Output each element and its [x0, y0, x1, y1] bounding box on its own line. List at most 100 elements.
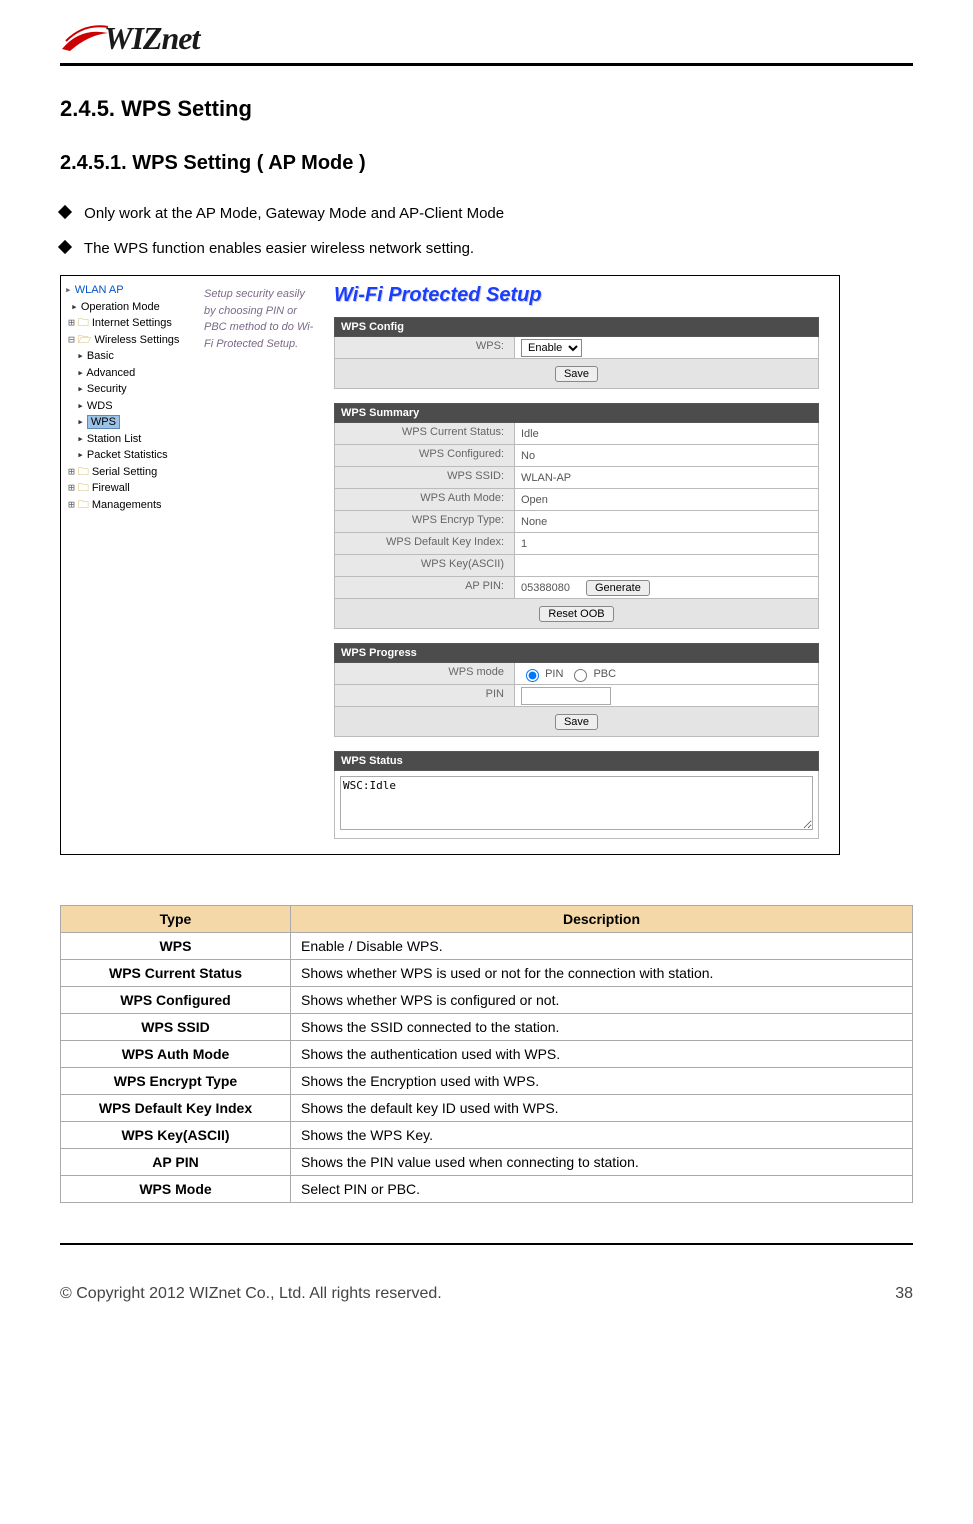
type-cell: WPS Default Key Index [61, 1095, 291, 1122]
pbc-radio-label[interactable]: PBC [569, 666, 616, 682]
nav-tree[interactable]: ▸ WLAN AP ▸ Operation Mode ⊞ 🗀 Internet … [61, 276, 196, 854]
table-row: WPS ConfiguredShows whether WPS is confi… [61, 987, 913, 1014]
desc-cell: Shows the default key ID used with WPS. [291, 1095, 913, 1122]
bullet-item: The WPS function enables easier wireless… [60, 240, 913, 257]
page-number: 38 [895, 1285, 913, 1303]
desc-cell: Shows the Encryption used with WPS. [291, 1068, 913, 1095]
summary-row: WPS SSID:WLAN-AP [334, 467, 819, 489]
type-cell: WPS Configured [61, 987, 291, 1014]
tree-item[interactable]: Firewall [92, 482, 130, 494]
tree-item[interactable]: Wireless Settings [94, 334, 179, 346]
wps-progress-header: WPS Progress [334, 643, 819, 663]
reset-oob-button[interactable]: Reset OOB [539, 606, 613, 622]
summary-value: Idle [515, 423, 818, 444]
desc-cell: Enable / Disable WPS. [291, 933, 913, 960]
pin-input[interactable] [521, 687, 611, 705]
tree-item[interactable]: Basic [87, 350, 114, 362]
type-cell: WPS Current Status [61, 960, 291, 987]
tree-item-selected[interactable]: WPS [87, 415, 120, 429]
subsection-heading: 2.4.5.1. WPS Setting ( AP Mode ) [60, 152, 913, 175]
desc-cell: Shows whether WPS is used or not for the… [291, 960, 913, 987]
progress-save-button[interactable]: Save [555, 714, 598, 730]
wps-label: WPS: [335, 337, 515, 358]
wps-mode-label: WPS mode [335, 663, 515, 684]
type-cell: WPS Mode [61, 1176, 291, 1203]
desc-cell: Select PIN or PBC. [291, 1176, 913, 1203]
summary-label: WPS Current Status: [335, 423, 515, 444]
table-row: WPS Default Key IndexShows the default k… [61, 1095, 913, 1122]
tree-item[interactable]: Advanced [86, 367, 135, 379]
type-cell: WPS Key(ASCII) [61, 1122, 291, 1149]
table-row: WPS Current StatusShows whether WPS is u… [61, 960, 913, 987]
summary-value: Open [515, 489, 818, 510]
summary-row: WPS Configured:No [334, 445, 819, 467]
tree-item[interactable]: Managements [92, 499, 162, 511]
summary-label: WPS Key(ASCII) [335, 555, 515, 576]
section-heading: 2.4.5. WPS Setting [60, 96, 913, 122]
desc-cell: Shows the WPS Key. [291, 1122, 913, 1149]
summary-value: WLAN-AP [515, 467, 818, 488]
table-row: WPSEnable / Disable WPS. [61, 933, 913, 960]
copyright: © Copyright 2012 WIZnet Co., Ltd. All ri… [60, 1285, 442, 1303]
wps-config-header: WPS Config [334, 317, 819, 337]
summary-value: 1 [515, 533, 818, 554]
wps-select[interactable]: Enable [521, 339, 582, 357]
summary-row: AP PIN:05388080Generate [334, 577, 819, 599]
pin-radio-label[interactable]: PIN [521, 666, 563, 682]
col-desc: Description [291, 906, 913, 933]
desc-cell: Shows whether WPS is configured or not. [291, 987, 913, 1014]
folder-icon: 🗀 [78, 465, 89, 478]
tree-root[interactable]: WLAN AP [75, 284, 124, 296]
table-row: WPS SSIDShows the SSID connected to the … [61, 1014, 913, 1041]
folder-icon: 🗁 [78, 333, 92, 346]
summary-label: WPS Encryp Type: [335, 511, 515, 532]
tree-item[interactable]: Security [87, 383, 127, 395]
wps-status-textarea[interactable] [340, 776, 813, 830]
table-row: WPS Encrypt TypeShows the Encryption use… [61, 1068, 913, 1095]
type-cell: WPS [61, 933, 291, 960]
summary-label: WPS SSID: [335, 467, 515, 488]
summary-label: WPS Auth Mode: [335, 489, 515, 510]
desc-cell: Shows the authentication used with WPS. [291, 1041, 913, 1068]
logo: WIZnet [60, 20, 913, 57]
type-cell: AP PIN [61, 1149, 291, 1176]
save-button[interactable]: Save [555, 366, 598, 382]
type-cell: WPS Encrypt Type [61, 1068, 291, 1095]
desc-cell: Shows the PIN value used when connecting… [291, 1149, 913, 1176]
summary-label: WPS Configured: [335, 445, 515, 466]
bullet-text: Only work at the AP Mode, Gateway Mode a… [84, 205, 504, 222]
tree-item[interactable]: Station List [87, 433, 141, 445]
table-row: AP PINShows the PIN value used when conn… [61, 1149, 913, 1176]
type-cell: WPS Auth Mode [61, 1041, 291, 1068]
footer-divider [60, 1243, 913, 1245]
summary-row: WPS Default Key Index:1 [334, 533, 819, 555]
table-row: WPS Auth ModeShows the authentication us… [61, 1041, 913, 1068]
desc-cell: Shows the SSID connected to the station. [291, 1014, 913, 1041]
tree-item[interactable]: Operation Mode [81, 301, 160, 313]
pbc-radio[interactable] [574, 669, 587, 682]
panel-title: Wi-Fi Protected Setup [334, 284, 819, 307]
summary-value: No [515, 445, 818, 466]
header-divider [60, 63, 913, 66]
folder-icon: 🗀 [78, 498, 89, 511]
summary-value [515, 555, 818, 576]
tree-item[interactable]: Serial Setting [92, 466, 157, 478]
wps-summary-header: WPS Summary [334, 403, 819, 423]
summary-value: None [515, 511, 818, 532]
folder-icon: 🗀 [78, 481, 89, 494]
bullet-text: The WPS function enables easier wireless… [84, 240, 474, 257]
diamond-icon [58, 240, 72, 254]
summary-row: WPS Current Status:Idle [334, 423, 819, 445]
tree-item[interactable]: Internet Settings [92, 317, 172, 329]
generate-button[interactable]: Generate [586, 580, 650, 596]
wps-content: Wi-Fi Protected Setup WPS Config WPS: En… [326, 276, 839, 854]
tree-item[interactable]: WDS [87, 400, 113, 412]
logo-swoosh-icon [60, 21, 110, 57]
tree-item[interactable]: Packet Statistics [87, 449, 168, 461]
pin-label: PIN [335, 685, 515, 706]
pin-radio[interactable] [526, 669, 539, 682]
summary-label: AP PIN: [335, 577, 515, 598]
summary-row: WPS Key(ASCII) [334, 555, 819, 577]
folder-icon: 🗀 [78, 316, 89, 329]
summary-value: 05388080Generate [515, 577, 818, 598]
